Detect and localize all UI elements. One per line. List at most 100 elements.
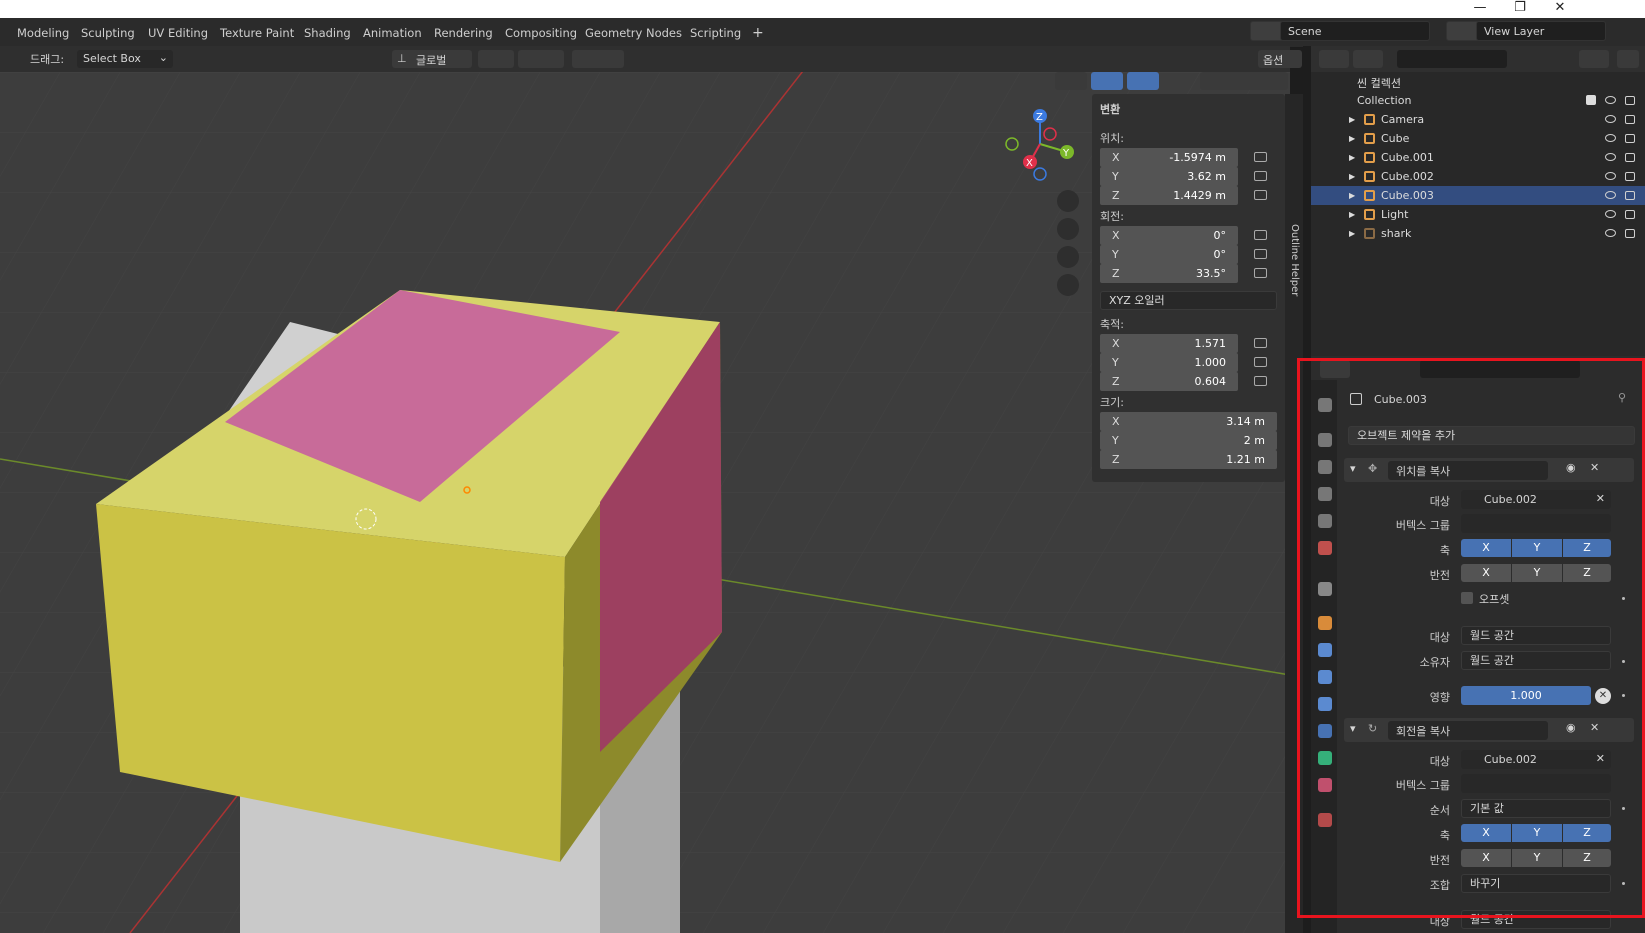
outliner-item[interactable]: ▶ Camera: [1311, 110, 1645, 129]
collection-row[interactable]: Collection: [1311, 91, 1645, 110]
target-field[interactable]: Cube.002 ✕: [1461, 490, 1611, 509]
location-y-field[interactable]: Y 3.62 m: [1100, 167, 1238, 186]
animate-dot[interactable]: [1622, 807, 1625, 810]
outliner-item[interactable]: ▶ Cube: [1311, 129, 1645, 148]
rotation-x-field[interactable]: X 0°: [1100, 226, 1238, 245]
display-mode-icon[interactable]: [1319, 50, 1349, 68]
outliner-item[interactable]: ▶ Light: [1311, 205, 1645, 224]
tab-shading[interactable]: Shading: [300, 24, 355, 42]
invert-y-toggle[interactable]: Y: [1512, 564, 1562, 582]
camera-icon[interactable]: [1625, 229, 1635, 238]
grid-view-icon[interactable]: [1057, 274, 1079, 296]
offset-checkbox[interactable]: [1461, 592, 1473, 604]
expand-arrow-icon[interactable]: ▶: [1349, 229, 1355, 238]
tab-sculpting[interactable]: Sculpting: [77, 24, 139, 42]
chevron-down-icon[interactable]: ▾: [1350, 722, 1356, 735]
render-tab-icon[interactable]: [1318, 433, 1332, 447]
tab-geometry-nodes[interactable]: Geometry Nodes: [581, 24, 686, 42]
outliner-search-input[interactable]: [1397, 50, 1507, 68]
camera-icon[interactable]: [1625, 210, 1635, 219]
tab-modeling[interactable]: Modeling: [13, 24, 73, 42]
lock-icon[interactable]: [1254, 338, 1267, 348]
options-dropdown[interactable]: 옵션: [1258, 50, 1302, 68]
pan-hand-icon[interactable]: [1057, 218, 1079, 240]
properties-search-input[interactable]: [1420, 360, 1580, 378]
world-tab-icon[interactable]: [1318, 541, 1332, 555]
lock-icon[interactable]: [1254, 376, 1267, 386]
tab-uv-editing[interactable]: UV Editing: [144, 24, 212, 42]
expand-arrow-icon[interactable]: ▶: [1349, 210, 1355, 219]
overlay-toggle-icon[interactable]: [1127, 72, 1159, 90]
lock-icon[interactable]: [1254, 249, 1267, 259]
tool-tab-icon[interactable]: [1318, 398, 1332, 412]
lock-icon[interactable]: [1254, 190, 1267, 200]
copy-location-header[interactable]: ▾ ✥ 위치를 복사 ◉ ✕: [1344, 458, 1634, 482]
collection-tab-icon[interactable]: [1318, 582, 1332, 596]
close-icon[interactable]: ✕: [1590, 721, 1599, 734]
proportional-edit-icon[interactable]: [572, 50, 624, 68]
constraint-name-field[interactable]: 회전을 복사: [1388, 721, 1548, 740]
eye-icon[interactable]: [1605, 172, 1616, 180]
eye-icon[interactable]: [1605, 191, 1616, 199]
expand-arrow-icon[interactable]: ▶: [1349, 191, 1355, 200]
zoom-icon[interactable]: [1057, 190, 1079, 212]
camera-icon[interactable]: [1625, 115, 1635, 124]
eye-icon[interactable]: [1605, 153, 1616, 161]
navigation-gizmo[interactable]: Z Y X: [995, 104, 1085, 184]
add-constraint-dropdown[interactable]: 오브젝트 제약을 추가: [1348, 426, 1635, 445]
camera-icon[interactable]: [1625, 172, 1635, 181]
axis-z-toggle[interactable]: Z: [1563, 824, 1611, 842]
view-layer-field[interactable]: View Layer: [1476, 21, 1606, 41]
eye-icon[interactable]: [1605, 134, 1616, 142]
data-tab-icon[interactable]: [1318, 751, 1332, 765]
animate-dot[interactable]: [1622, 882, 1625, 885]
expand-arrow-icon[interactable]: ▶: [1349, 172, 1355, 181]
invert-x-toggle[interactable]: X: [1461, 564, 1511, 582]
scene-field[interactable]: Scene: [1280, 21, 1430, 41]
animate-dot[interactable]: [1622, 597, 1625, 600]
chevron-down-icon[interactable]: ▾: [1350, 462, 1356, 475]
location-x-field[interactable]: X -1.5974 m: [1100, 148, 1238, 167]
tab-texture-paint[interactable]: Texture Paint: [216, 24, 298, 42]
gizmo-toggle-icon[interactable]: [1091, 72, 1123, 90]
area-divider[interactable]: [1303, 46, 1311, 933]
camera-icon[interactable]: [1625, 153, 1635, 162]
camera-view-icon[interactable]: [1057, 246, 1079, 268]
eye-icon[interactable]: ◉: [1566, 721, 1576, 734]
modifier-tab-icon[interactable]: [1318, 643, 1332, 657]
animate-dot[interactable]: [1622, 660, 1625, 663]
clear-icon[interactable]: ✕: [1596, 492, 1605, 505]
outliner-item[interactable]: ▶ Cube.001: [1311, 148, 1645, 167]
target-space-dropdown[interactable]: 월드 공간: [1461, 626, 1611, 645]
location-z-field[interactable]: Z 1.4429 m: [1100, 186, 1238, 205]
expand-arrow-icon[interactable]: ▶: [1349, 153, 1355, 162]
minimize-icon[interactable]: —: [1460, 0, 1500, 18]
material-tab-icon[interactable]: [1318, 778, 1332, 792]
lock-icon[interactable]: [1254, 357, 1267, 367]
rotation-mode-dropdown[interactable]: XYZ 오일러: [1100, 291, 1277, 310]
lock-icon[interactable]: [1254, 268, 1267, 278]
owner-space-dropdown[interactable]: 월드 공간: [1461, 651, 1611, 670]
scale-z-field[interactable]: Z 0.604: [1100, 372, 1238, 391]
constraint-tab-icon[interactable]: [1318, 724, 1332, 738]
copy-rotation-header[interactable]: ▾ ↻ 회전을 복사 ◉ ✕: [1344, 718, 1634, 742]
outline-helper-tab[interactable]: Outline Helper: [1288, 224, 1300, 384]
view-layer-icon[interactable]: [1446, 21, 1480, 41]
axis-z-toggle[interactable]: Z: [1563, 539, 1611, 557]
animate-dot[interactable]: [1622, 694, 1625, 697]
tab-scripting[interactable]: Scripting: [686, 24, 745, 42]
vertex-group-field[interactable]: [1461, 774, 1611, 793]
lock-icon[interactable]: [1254, 171, 1267, 181]
particles-tab-icon[interactable]: [1318, 670, 1332, 684]
eye-icon[interactable]: ◉: [1566, 461, 1576, 474]
invert-z-toggle[interactable]: Z: [1563, 564, 1611, 582]
select-mode-dropdown[interactable]: Select Box ⌄: [77, 50, 173, 68]
eye-icon[interactable]: [1605, 229, 1616, 237]
dimension-x-field[interactable]: X 3.14 m: [1100, 412, 1277, 431]
influence-slider[interactable]: 1.000: [1461, 686, 1591, 705]
eye-icon[interactable]: [1605, 115, 1616, 123]
shading-mode-icon[interactable]: [1200, 72, 1288, 90]
target-field[interactable]: Cube.002 ✕: [1461, 750, 1611, 769]
constraint-name-field[interactable]: 위치를 복사: [1388, 461, 1548, 480]
invert-x-toggle[interactable]: X: [1461, 849, 1511, 867]
